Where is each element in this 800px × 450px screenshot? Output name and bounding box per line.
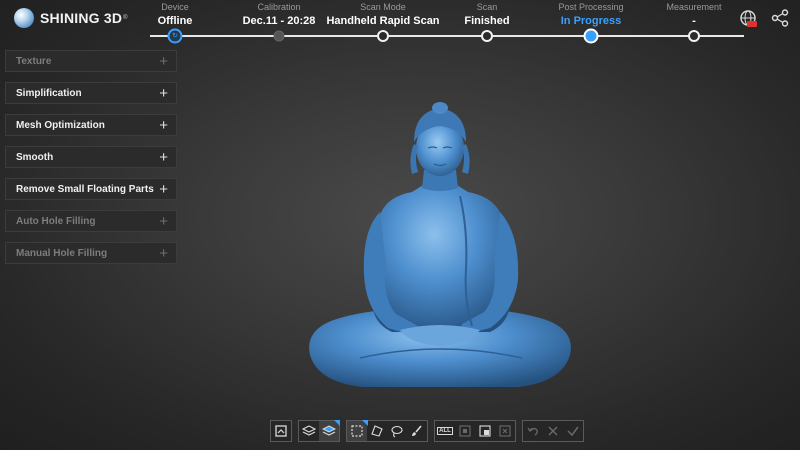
expand-plus-icon: + [159, 148, 168, 166]
panel-item-label: Smooth [16, 151, 54, 163]
app-logo: SHINING 3D ® [14, 7, 128, 29]
expand-plus-icon: + [159, 116, 168, 134]
panel-item-label: Simplification [16, 87, 82, 99]
step-value: Finished [464, 15, 510, 27]
step-device[interactable]: Device Offline [117, 2, 233, 28]
scan-node[interactable] [481, 30, 493, 42]
expand-plus-icon: + [159, 180, 168, 198]
panel-item-mesh-optimization[interactable]: Mesh Optimization + [5, 114, 177, 136]
logo-sphere-icon [14, 8, 34, 28]
measurement-node[interactable] [688, 30, 700, 42]
brush-select-icon[interactable] [407, 421, 427, 441]
polygon-select-icon[interactable] [367, 421, 387, 441]
select-all-label: ALL [437, 427, 453, 435]
workflow-progress-line [150, 35, 744, 37]
expand-plus-icon: + [159, 244, 168, 262]
delete-icon[interactable] [495, 421, 515, 441]
toolbar-group-actions [522, 420, 584, 442]
step-value: Handheld Rapid Scan [326, 15, 440, 27]
step-post-processing[interactable]: Post Processing In Progress [533, 2, 649, 28]
lasso-select-icon[interactable] [387, 421, 407, 441]
panel-item-texture[interactable]: Texture + [5, 50, 177, 72]
expand-plus-icon: + [159, 212, 168, 230]
panel-item-manual-hole-filling[interactable]: Manual Hole Filling + [5, 242, 177, 264]
scanned-3d-model[interactable] [300, 100, 580, 400]
layers-selected-icon[interactable] [319, 420, 340, 441]
panel-item-label: Manual Hole Filling [16, 247, 108, 259]
step-value: - [692, 15, 696, 27]
panel-item-label: Texture [16, 55, 52, 67]
invert-select-icon[interactable] [455, 421, 475, 441]
panel-item-remove-small-floating-parts[interactable]: Remove Small Floating Parts + [5, 178, 177, 200]
panel-item-smooth[interactable]: Smooth + [5, 146, 177, 168]
step-value: In Progress [560, 15, 622, 27]
apply-icon[interactable] [563, 421, 583, 441]
step-measurement[interactable]: Measurement - [636, 2, 752, 28]
panel-item-simplification[interactable]: Simplification + [5, 82, 177, 104]
home-view-icon[interactable] [271, 421, 291, 441]
header-bar: SHINING 3D ® Device Offline Calibration … [0, 0, 800, 44]
cancel-icon[interactable] [543, 421, 563, 441]
step-scan-mode[interactable]: Scan Mode Handheld Rapid Scan [325, 2, 441, 28]
toolbar-group-selection [346, 420, 428, 442]
post-processing-node[interactable] [583, 28, 599, 44]
expand-plus-icon: + [159, 84, 168, 102]
step-label: Device [161, 2, 189, 12]
step-label: Post Processing [558, 2, 624, 12]
share-icon[interactable] [770, 8, 790, 28]
header-icons [738, 8, 790, 28]
step-calibration[interactable]: Calibration Dec.11 - 20:28 [221, 2, 337, 28]
step-label: Scan Mode [360, 2, 406, 12]
panel-item-label: Mesh Optimization [16, 119, 105, 131]
bottom-toolbar: ALL [270, 420, 584, 442]
panel-item-label: Auto Hole Filling [16, 215, 96, 227]
step-value: Offline [157, 15, 193, 27]
device-refresh-node-icon[interactable]: ↻ [167, 28, 183, 44]
toolbar-group-layers [298, 420, 340, 442]
step-label: Measurement [666, 2, 722, 12]
post-processing-panel: Texture + Simplification + Mesh Optimiza… [5, 50, 177, 274]
step-label: Scan [476, 2, 498, 12]
panel-item-label: Remove Small Floating Parts [16, 183, 154, 195]
scan-mode-node[interactable] [377, 30, 389, 42]
toolbar-group-view [270, 420, 292, 442]
step-label: Calibration [257, 2, 301, 12]
panel-item-auto-hole-filling[interactable]: Auto Hole Filling + [5, 210, 177, 232]
expand-plus-icon: + [159, 52, 168, 70]
calibration-node[interactable] [273, 30, 285, 42]
rect-select-icon[interactable] [347, 420, 368, 441]
globe-help-icon[interactable] [738, 8, 758, 28]
layers-icon[interactable] [299, 421, 319, 441]
undo-icon[interactable] [523, 421, 543, 441]
brand-name: SHINING 3D [40, 10, 123, 26]
toolbar-group-edit: ALL [434, 420, 516, 442]
select-all-icon[interactable]: ALL [435, 421, 455, 441]
step-value: Dec.11 - 20:28 [242, 15, 316, 27]
step-scan[interactable]: Scan Finished [429, 2, 545, 28]
select-connected-icon[interactable] [475, 421, 495, 441]
